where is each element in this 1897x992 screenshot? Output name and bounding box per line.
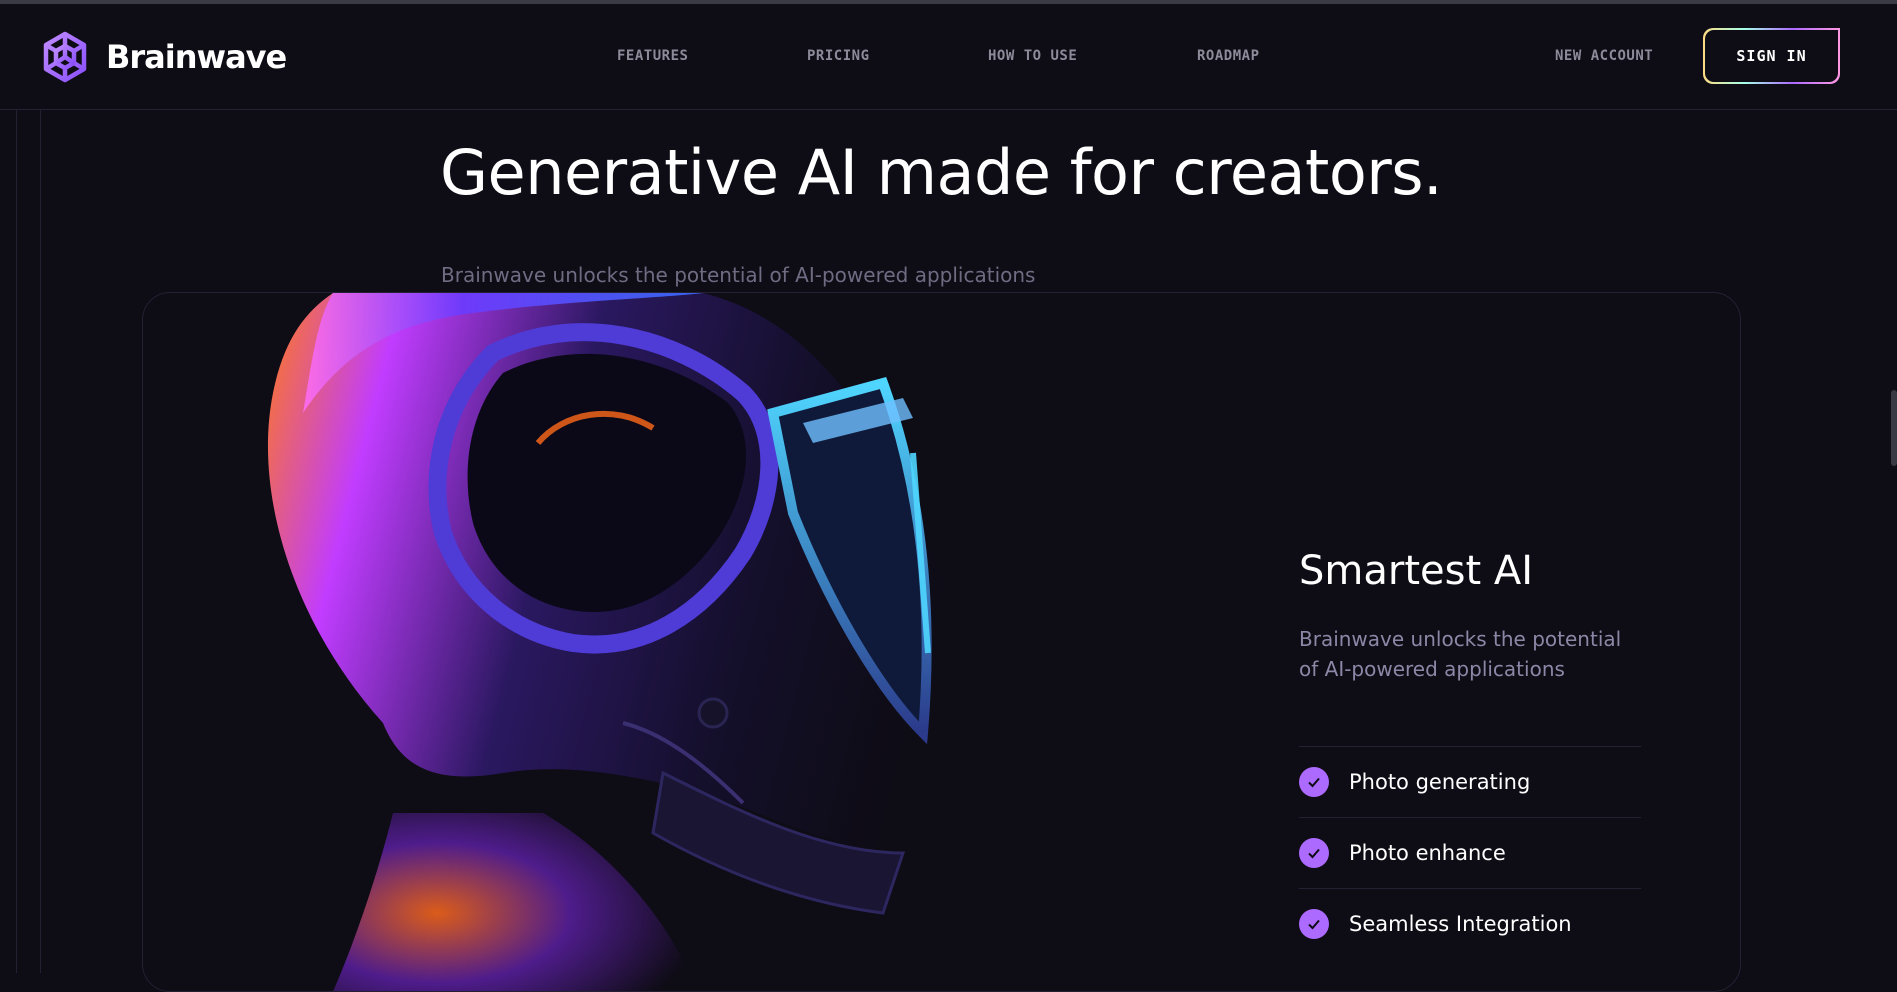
new-account-link[interactable]: NEW ACCOUNT	[1555, 48, 1653, 64]
hero-title: Generative AI made for creators.	[440, 136, 1443, 209]
feature-item-label: Photo enhance	[1349, 841, 1506, 865]
nav-item-features[interactable]: FEATURES	[617, 48, 688, 64]
list-item: Photo generating	[1299, 746, 1641, 817]
feature-item-label: Seamless Integration	[1349, 912, 1572, 936]
brainwave-logo-icon	[43, 31, 87, 83]
hero-subtitle: Brainwave unlocks the potential of AI-po…	[441, 263, 1036, 287]
left-guide-line-inner	[40, 110, 41, 973]
feature-list: Photo generating Photo enhance Seamless …	[1299, 746, 1641, 959]
site-header: Brainwave FEATURES PRICING HOW TO USE RO…	[0, 4, 1897, 110]
brand-name: Brainwave	[106, 38, 287, 76]
sign-in-button[interactable]: SIGN IN	[1703, 28, 1840, 84]
robot-helmet-illustration	[267, 293, 993, 991]
nav-item-how-to-use[interactable]: HOW TO USE	[988, 48, 1077, 64]
feature-item-label: Photo generating	[1349, 770, 1531, 794]
list-item: Photo enhance	[1299, 817, 1641, 888]
brand-logo[interactable]: Brainwave	[38, 30, 287, 84]
sign-in-label: SIGN IN	[1705, 30, 1838, 82]
check-icon	[1299, 909, 1329, 939]
feature-description: Brainwave unlocks the potential of AI-po…	[1299, 627, 1622, 681]
list-item: Seamless Integration	[1299, 888, 1641, 959]
check-icon	[1299, 767, 1329, 797]
feature-title: Smartest AI	[1299, 548, 1534, 594]
left-guide-line	[16, 110, 17, 973]
nav-item-pricing[interactable]: PRICING	[807, 48, 870, 64]
nav-item-roadmap[interactable]: ROADMAP	[1197, 48, 1260, 64]
scrollbar-thumb[interactable]	[1891, 390, 1897, 466]
check-icon	[1299, 838, 1329, 868]
